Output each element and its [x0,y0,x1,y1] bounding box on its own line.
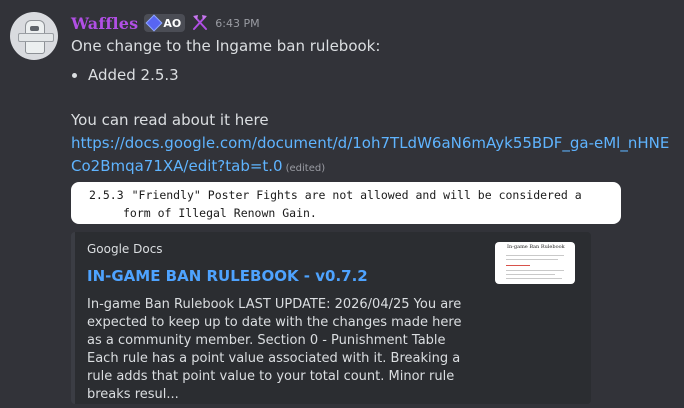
server-tag-label: AO [163,16,182,30]
thumbnail-title: In-game Ban Rulebook [507,244,565,250]
username[interactable]: Waffles [71,14,138,33]
edited-indicator: (edited) [285,163,326,174]
message-line-1: One change to the Ingame ban rulebook: [71,37,381,55]
embed-provider: Google Docs [87,242,163,256]
crossed-axes-icon [193,15,208,30]
quoted-rule: 2.5.3 "Friendly" Poster Fights are not al… [71,182,621,224]
message-line-2: You can read about it here [71,111,269,129]
chat-message: Waffles AO 6:43 PM One change to the Ing… [0,0,684,408]
avatar[interactable] [10,12,58,60]
avatar-figure-icon [18,20,54,54]
link-embed[interactable]: Google Docs IN-GAME BAN RULEBOOK - v0.7.… [71,232,591,404]
embed-title-link[interactable]: IN-GAME BAN RULEBOOK - v0.7.2 [87,267,368,285]
quoted-rule-number: 2.5.3 [89,188,124,202]
message-timestamp: 6:43 PM [215,16,260,30]
link-line: https://docs.google.com/document/d/1oh7T… [71,132,671,178]
thumbnail-text-line [506,259,558,260]
embed-thumbnail[interactable]: In-game Ban Rulebook [495,242,575,284]
embed-description: In-game Ban Rulebook LAST UPDATE: 2026/0… [87,297,462,402]
change-list: Added 2.5.3 [71,63,671,87]
diamond-badge-icon [145,14,163,32]
list-item: Added 2.5.3 [88,63,671,87]
thumbnail-heading-line [506,265,530,266]
thumbnail-text-line [506,274,555,275]
server-tag[interactable]: AO [144,14,186,32]
quoted-rule-text: "Friendly" Poster Fights are not allowed… [123,188,582,220]
message-content: Waffles AO 6:43 PM One change to the Ing… [71,12,671,404]
thumbnail-text-line [506,278,562,279]
thumbnail-text-line [506,270,564,271]
thumbnail-text-line [506,255,564,256]
google-doc-link[interactable]: https://docs.google.com/document/d/1oh7T… [71,134,669,175]
message-header: Waffles AO 6:43 PM [71,12,671,34]
